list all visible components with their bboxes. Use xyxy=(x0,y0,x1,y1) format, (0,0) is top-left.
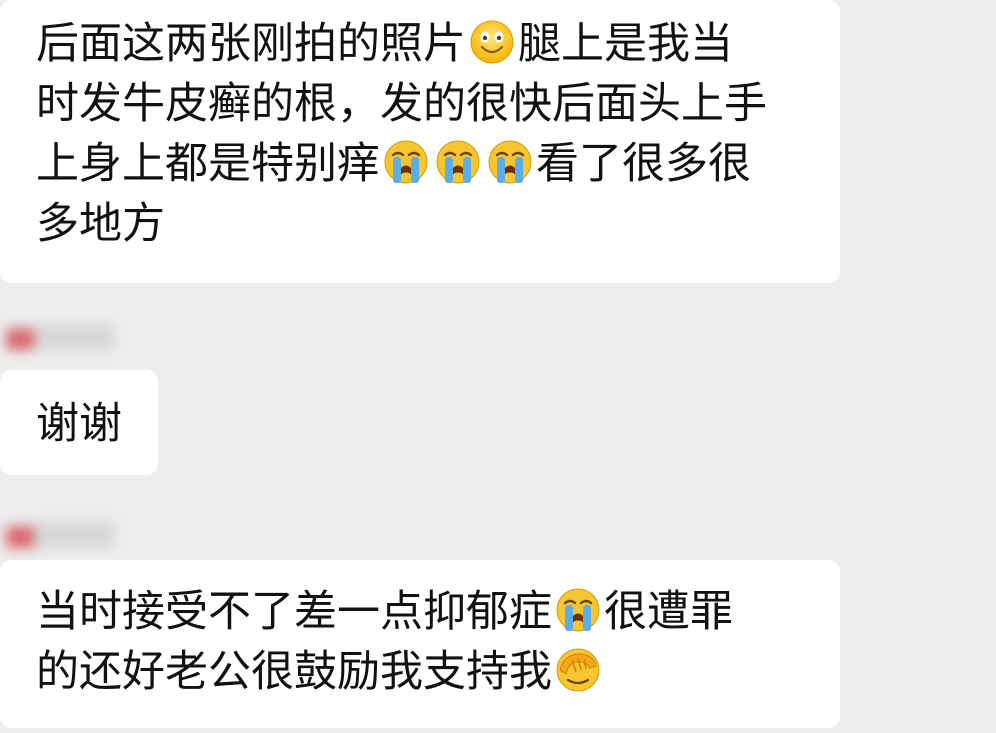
message-line: 上身上都是特别痒 看了很多很 xyxy=(36,134,840,194)
message-text: 时发牛皮癣的根，发的很快后面头上手 xyxy=(36,79,767,129)
message-line: 当时接受不了差一点抑郁症 很遭罪 xyxy=(36,582,840,642)
loudly-crying-face-icon xyxy=(486,138,534,186)
avatar xyxy=(6,526,36,548)
face-palm-icon xyxy=(554,646,602,694)
message-line: 多地方 xyxy=(36,194,840,254)
message-line: 后面这两张刚拍的照片 腿上是我当 xyxy=(36,14,840,74)
message-text: 谢谢 xyxy=(36,399,122,449)
message-text: 后面这两张刚拍的照片 xyxy=(36,19,466,69)
message-line: 时发牛皮癣的根，发的很快后面头上手 xyxy=(36,74,840,134)
message-text: 当时接受不了差一点抑郁症 xyxy=(36,587,552,637)
message-line: 谢谢 xyxy=(36,394,158,454)
message-bubble[interactable]: 当时接受不了差一点抑郁症 很遭罪 的还好老公很鼓励我支持我 xyxy=(0,560,840,728)
message-text: 上身上都是特别痒 xyxy=(36,139,380,189)
sender-name xyxy=(34,522,114,548)
message-bubble[interactable]: 后面这两张刚拍的照片 腿上是我当 时发牛皮癣的根，发的很快后面头上手 上身上都是… xyxy=(0,0,840,283)
loudly-crying-face-icon xyxy=(554,586,602,634)
message-text: 很遭罪 xyxy=(604,587,733,637)
message-text: 的还好老公很鼓励我支持我 xyxy=(36,647,552,697)
message-text: 看了很多很 xyxy=(536,139,751,189)
smiling-face-icon xyxy=(468,18,516,66)
loudly-crying-face-icon xyxy=(434,138,482,186)
sender-name xyxy=(34,324,114,350)
message-text: 多地方 xyxy=(36,199,165,249)
message-bubble[interactable]: 谢谢 xyxy=(0,370,158,475)
blurred-sender-name xyxy=(0,318,120,356)
message-text: 腿上是我当 xyxy=(518,19,733,69)
blurred-sender-name xyxy=(0,516,120,554)
loudly-crying-face-icon xyxy=(382,138,430,186)
message-line: 的还好老公很鼓励我支持我 xyxy=(36,642,840,702)
avatar xyxy=(6,328,36,350)
